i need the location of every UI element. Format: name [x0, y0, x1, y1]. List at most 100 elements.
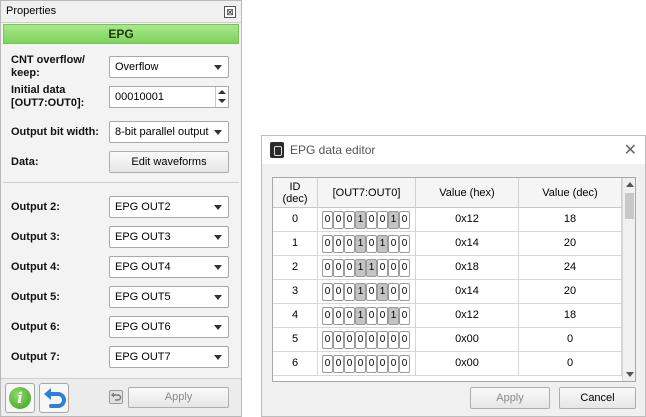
dec-cell[interactable]: 18 — [519, 304, 622, 328]
dec-cell[interactable]: 0 — [519, 352, 622, 376]
bit-toggle[interactable]: 0 — [344, 259, 355, 277]
bit-toggle[interactable]: 0 — [399, 283, 410, 301]
bit-toggle[interactable]: 0 — [366, 331, 377, 349]
bit-toggle[interactable]: 0 — [377, 307, 388, 325]
bit-toggle[interactable]: 0 — [344, 283, 355, 301]
table-row[interactable]: 5 0x00 0 0 0 0 0 0 0 0 0 — [273, 328, 622, 352]
output-bit-width-select[interactable]: 8-bit parallel output — [109, 121, 229, 143]
spin-down-icon[interactable] — [218, 99, 226, 103]
table-row[interactable]: 2 0x18 24 0 0 0 1 1 0 0 0 — [273, 256, 622, 280]
bit-toggle[interactable]: 0 — [333, 355, 344, 373]
id-cell[interactable]: 1 — [273, 232, 318, 256]
dec-cell[interactable]: 18 — [519, 208, 622, 232]
bit-toggle[interactable]: 0 — [399, 211, 410, 229]
bit-toggle[interactable]: 0 — [322, 307, 333, 325]
bit-toggle[interactable]: 0 — [366, 235, 377, 253]
bit-toggle[interactable]: 0 — [377, 331, 388, 349]
spin-buttons[interactable] — [215, 87, 228, 107]
vertical-scrollbar[interactable] — [622, 178, 635, 381]
bit-toggle[interactable]: 0 — [333, 331, 344, 349]
bit-toggle[interactable]: 0 — [366, 355, 377, 373]
table-row[interactable]: 3 0x14 20 0 0 0 1 0 1 0 0 — [273, 280, 622, 304]
bit-toggle[interactable]: 0 — [399, 331, 410, 349]
bit-toggle[interactable]: 0 — [377, 211, 388, 229]
hex-cell[interactable]: 0x00 — [416, 328, 519, 352]
bit-toggle[interactable]: 0 — [388, 235, 399, 253]
scroll-down-icon[interactable] — [626, 372, 634, 377]
bit-toggle[interactable]: 1 — [388, 307, 399, 325]
dec-cell[interactable]: 24 — [519, 256, 622, 280]
bit-toggle[interactable]: 0 — [399, 235, 410, 253]
bit-toggle[interactable]: 0 — [333, 259, 344, 277]
bit-toggle[interactable]: 0 — [322, 211, 333, 229]
bit-toggle[interactable]: 0 — [344, 331, 355, 349]
bit-toggle[interactable]: 0 — [355, 331, 366, 349]
table-row[interactable]: 4 0x12 18 0 0 0 1 0 0 1 0 — [273, 304, 622, 328]
output-select[interactable]: EPG OUT6 — [109, 316, 229, 338]
dec-cell[interactable]: 0 — [519, 328, 622, 352]
output-select[interactable]: EPG OUT7 — [109, 346, 229, 368]
bit-toggle[interactable]: 0 — [344, 355, 355, 373]
bit-toggle[interactable]: 0 — [322, 235, 333, 253]
hex-cell[interactable]: 0x12 — [416, 208, 519, 232]
bit-toggle[interactable]: 0 — [366, 283, 377, 301]
info-button[interactable]: i — [5, 383, 35, 413]
bit-toggle[interactable]: 0 — [344, 211, 355, 229]
id-cell[interactable]: 3 — [273, 280, 318, 304]
id-cell[interactable]: 6 — [273, 352, 318, 376]
bit-toggle[interactable]: 0 — [333, 211, 344, 229]
bit-toggle[interactable]: 0 — [388, 259, 399, 277]
bit-toggle[interactable]: 0 — [333, 235, 344, 253]
output-select[interactable]: EPG OUT3 — [109, 226, 229, 248]
dec-cell[interactable]: 20 — [519, 280, 622, 304]
bit-toggle[interactable]: 0 — [377, 355, 388, 373]
bit-toggle[interactable]: 0 — [322, 355, 333, 373]
output-select[interactable]: EPG OUT5 — [109, 286, 229, 308]
bit-toggle[interactable]: 1 — [377, 235, 388, 253]
bit-toggle[interactable]: 0 — [344, 235, 355, 253]
dec-cell[interactable]: 20 — [519, 232, 622, 256]
hex-cell[interactable]: 0x14 — [416, 280, 519, 304]
bit-toggle[interactable]: 1 — [355, 283, 366, 301]
bit-toggle[interactable]: 1 — [377, 283, 388, 301]
bit-toggle[interactable]: 0 — [322, 259, 333, 277]
bit-toggle[interactable]: 0 — [388, 355, 399, 373]
spin-up-icon[interactable] — [218, 90, 226, 94]
apply-button[interactable]: Apply — [128, 387, 229, 408]
close-icon[interactable]: ✕ — [624, 140, 637, 160]
id-cell[interactable]: 4 — [273, 304, 318, 328]
bit-toggle[interactable]: 0 — [388, 283, 399, 301]
bit-toggle[interactable]: 1 — [355, 211, 366, 229]
hex-cell[interactable]: 0x12 — [416, 304, 519, 328]
output-select[interactable]: EPG OUT4 — [109, 256, 229, 278]
table-row[interactable]: 6 0x00 0 0 0 0 0 0 0 0 0 — [273, 352, 622, 376]
edit-waveforms-button[interactable]: Edit waveforms — [109, 151, 229, 173]
apply-button[interactable]: Apply — [470, 387, 550, 409]
scroll-up-icon[interactable] — [626, 182, 634, 187]
bit-toggle[interactable]: 0 — [377, 259, 388, 277]
bit-toggle[interactable]: 0 — [355, 355, 366, 373]
bit-toggle[interactable]: 0 — [399, 259, 410, 277]
bit-toggle[interactable]: 0 — [366, 307, 377, 325]
initial-data-spinbox[interactable]: 00010001 — [109, 86, 229, 108]
bit-toggle[interactable]: 0 — [333, 283, 344, 301]
id-cell[interactable]: 5 — [273, 328, 318, 352]
output-select[interactable]: EPG OUT2 — [109, 196, 229, 218]
bit-toggle[interactable]: 1 — [366, 259, 377, 277]
bit-toggle[interactable]: 0 — [333, 307, 344, 325]
bit-toggle[interactable]: 0 — [388, 331, 399, 349]
bit-toggle[interactable]: 0 — [399, 307, 410, 325]
table-row[interactable]: 0 0x12 18 0 0 0 1 0 0 1 0 — [273, 208, 622, 232]
id-cell[interactable]: 0 — [273, 208, 318, 232]
hex-cell[interactable]: 0x18 — [416, 256, 519, 280]
id-cell[interactable]: 2 — [273, 256, 318, 280]
bit-toggle[interactable]: 0 — [344, 307, 355, 325]
bit-toggle[interactable]: 1 — [388, 211, 399, 229]
bit-toggle[interactable]: 1 — [355, 307, 366, 325]
undo-button[interactable] — [39, 383, 69, 413]
scroll-thumb[interactable] — [625, 193, 634, 219]
hex-cell[interactable]: 0x00 — [416, 352, 519, 376]
bit-toggle[interactable]: 0 — [322, 331, 333, 349]
bit-toggle[interactable]: 1 — [355, 259, 366, 277]
cnt-overflow-select[interactable]: Overflow — [109, 56, 229, 78]
